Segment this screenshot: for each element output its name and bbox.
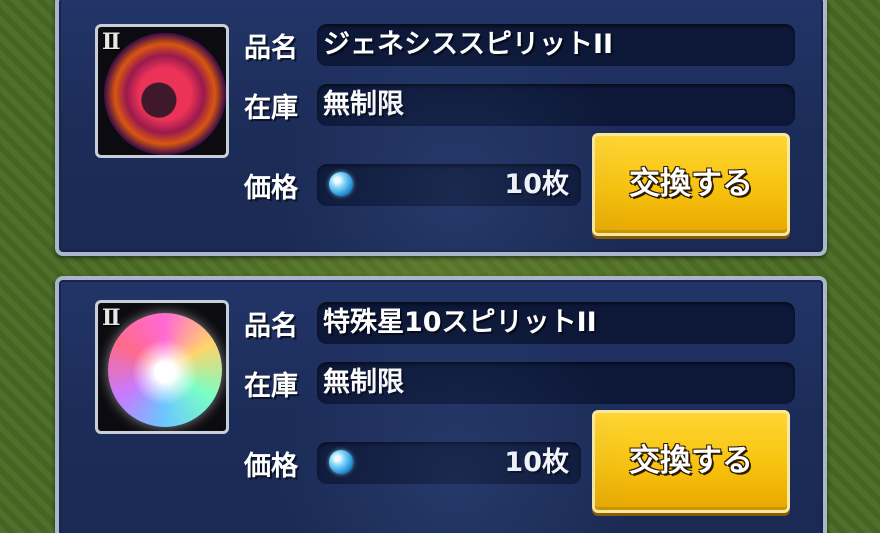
item-name: 特殊星10スピリットII [323,307,597,338]
item-thumbnail: Ⅱ [95,300,229,434]
gem-icon [329,450,353,474]
item-stock: 無制限 [323,367,404,398]
item-name-field: 特殊星10スピリットII [317,302,795,344]
name-label: 品名 [244,311,298,342]
gem-icon [329,172,353,196]
item-price: 10枚 [504,169,569,200]
name-label: 品名 [244,33,298,64]
price-label: 価格 [244,451,298,482]
shop-item-card: Ⅱ 品名 ジェネシススピリットII 在庫 無制限 価格 10枚 交換する [55,0,827,256]
stock-label: 在庫 [244,93,298,124]
rank-badge: Ⅱ [102,29,121,55]
item-name-field: ジェネシススピリットII [317,24,795,66]
item-stock-field: 無制限 [317,362,795,404]
special-star-spirit-image [108,313,222,427]
item-thumbnail: Ⅱ [95,24,229,158]
rank-badge: Ⅱ [102,305,121,331]
price-label: 価格 [244,173,298,204]
item-name: ジェネシススピリットII [323,29,614,60]
shop-item-card: Ⅱ 品名 特殊星10スピリットII 在庫 無制限 価格 10枚 交換する [55,276,827,533]
item-stock: 無制限 [323,89,404,120]
exchange-button[interactable]: 交換する [592,410,790,513]
genesis-spirit-image [104,33,226,155]
item-price-field: 10枚 [317,164,581,206]
item-price: 10枚 [504,447,569,478]
item-stock-field: 無制限 [317,84,795,126]
exchange-button[interactable]: 交換する [592,133,790,236]
stock-label: 在庫 [244,371,298,402]
item-price-field: 10枚 [317,442,581,484]
